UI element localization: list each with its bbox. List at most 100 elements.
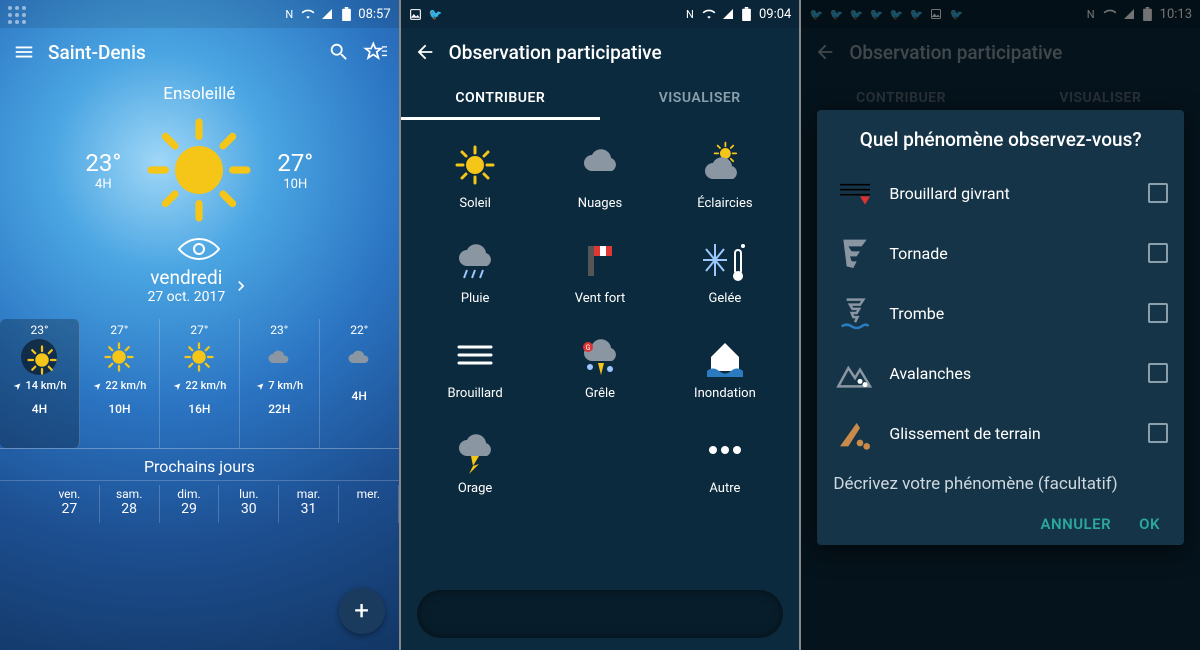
day-col[interactable]: mar. 31 [279, 485, 339, 523]
page-title: Observation participative [449, 41, 788, 64]
temp-left: 23° 4H [85, 149, 121, 192]
chevron-right-icon[interactable] [231, 273, 251, 299]
moon-icon [261, 339, 297, 375]
grid-item-label: Vent fort [542, 291, 659, 306]
app-bar: Observation participative [401, 28, 800, 76]
more-icon [700, 425, 750, 475]
option-row[interactable]: Avalanches [833, 343, 1168, 403]
bottom-slot[interactable] [417, 590, 784, 638]
option-row[interactable]: Brouillard givrant [833, 163, 1168, 223]
checkbox[interactable] [1148, 423, 1168, 443]
grid-item-frost[interactable]: Gelée [664, 225, 785, 316]
wind-label: 7 km/h [240, 379, 319, 392]
day-col[interactable]: sam. 28 [100, 485, 160, 523]
tab-contribute[interactable]: CONTRIBUER [401, 76, 600, 120]
checkbox[interactable] [1148, 243, 1168, 263]
option-label: Glissement de terrain [889, 424, 1136, 443]
grid-item-storm[interactable]: Orage [415, 415, 536, 506]
tornado-icon [833, 231, 877, 275]
checkbox[interactable] [1148, 183, 1168, 203]
search-icon[interactable] [327, 40, 351, 64]
add-fab[interactable]: + [339, 588, 385, 634]
signal-icon [721, 7, 735, 21]
grid-item-label: Soleil [417, 196, 534, 211]
drag-handle-icon[interactable] [8, 6, 32, 24]
phone-contribute: 🐦 N 09:04 Observation participative CONT… [401, 0, 800, 650]
flood-icon [700, 330, 750, 380]
day-col[interactable]: mer. [339, 485, 399, 523]
condition-label: Ensoleillé [0, 84, 399, 104]
day-col[interactable]: dim. 29 [160, 485, 220, 523]
eye-icon[interactable] [177, 236, 221, 262]
checkbox[interactable] [1148, 363, 1168, 383]
wind-label: 22 km/h [160, 379, 239, 392]
phenomenon-grid: Soleil Nuages Éclaircies Pluie Vent fort… [401, 120, 800, 516]
grid-item-label: Autre [666, 481, 783, 496]
option-label: Trombe [889, 304, 1136, 323]
menu-icon[interactable] [12, 40, 36, 64]
hourly-hour: 4H [320, 389, 399, 403]
days-row[interactable]: ven. 27 sam. 28 dim. 29 lun. 30 mar. 31 … [0, 481, 399, 523]
checkbox[interactable] [1148, 303, 1168, 323]
grid-item-flood[interactable]: Inondation [664, 320, 785, 411]
grid-item-fog[interactable]: Brouillard [415, 320, 536, 411]
twitter-icon: 🐦 [429, 7, 443, 21]
favorite-icon[interactable] [363, 40, 387, 64]
option-row[interactable]: Tornade [833, 223, 1168, 283]
grid-item-hail[interactable]: G Grêle [540, 320, 661, 411]
dialog-subtitle[interactable]: Décrivez votre phénomène (facultatif) [833, 473, 1168, 495]
hourly-hour: 16H [160, 402, 239, 416]
grid-item-sun-cloud[interactable]: Éclaircies [664, 130, 785, 221]
day-col[interactable]: lun. 30 [219, 485, 279, 523]
fog-icon [450, 330, 500, 380]
tab-visualize[interactable]: VISUALISER [600, 76, 799, 120]
option-label: Brouillard givrant [889, 184, 1136, 203]
grid-item-label: Inondation [666, 386, 783, 401]
hourly-col[interactable]: 23° 7 km/h 22H [240, 319, 320, 448]
sun-icon [21, 339, 57, 375]
city-title[interactable]: Saint-Denis [48, 41, 315, 64]
storm-icon [450, 425, 500, 475]
fog-ice-icon [833, 171, 877, 215]
option-row[interactable]: Glissement de terrain [833, 403, 1168, 463]
battery-icon [339, 7, 353, 21]
grid-item-cloud[interactable]: Nuages [540, 130, 661, 221]
landslide-icon [833, 411, 877, 455]
sun-cloud-icon [700, 140, 750, 190]
battery-icon [740, 7, 754, 21]
back-icon[interactable] [413, 40, 437, 64]
day-col[interactable]: ven. 27 [40, 485, 100, 523]
option-label: Avalanches [889, 364, 1136, 383]
cancel-button[interactable]: ANNULER [1040, 515, 1111, 533]
hourly-col[interactable]: 27° 22 km/h 16H [160, 319, 240, 448]
ok-button[interactable]: OK [1139, 515, 1160, 533]
hourly-forecast[interactable]: 23° 14 km/h 4H 27° 22 km/h 10H 27° 22 km… [0, 319, 399, 449]
hourly-col[interactable]: 23° 14 km/h 4H [0, 319, 80, 448]
moon-icon [341, 339, 377, 375]
phone-dialog: 🐦🐦🐦🐦🐦🐦🐦 N 10:13 Observation participativ… [801, 0, 1200, 650]
sun-icon [101, 339, 137, 375]
grid-item-label: Grêle [542, 386, 659, 401]
grid-item-more[interactable]: Autre [664, 415, 785, 506]
hail-icon: G [575, 330, 625, 380]
wind-label: 14 km/h [0, 379, 79, 392]
wifi-icon [702, 7, 716, 21]
status-bar: N 08:57 [0, 0, 399, 28]
hourly-temp: 23° [240, 323, 319, 337]
phone-weather: N 08:57 Saint-Denis Ensoleillé 23° 4H 27… [0, 0, 399, 650]
date-block[interactable]: vendredi 27 oct. 2017 [147, 266, 225, 305]
rain-icon [450, 235, 500, 285]
hourly-col[interactable]: 27° 22 km/h 10H [80, 319, 160, 448]
grid-item-label: Nuages [542, 196, 659, 211]
grid-item-wind[interactable]: Vent fort [540, 225, 661, 316]
option-label: Tornade [889, 244, 1136, 263]
status-time: 08:57 [358, 7, 390, 22]
option-row[interactable]: Trombe [833, 283, 1168, 343]
temp-right: 27° 10H [277, 149, 313, 192]
grid-item-rain[interactable]: Pluie [415, 225, 536, 316]
hourly-col[interactable]: 22° 4H [320, 319, 399, 448]
hourly-hour: 22H [240, 402, 319, 416]
hourly-hour: 10H [80, 402, 159, 416]
grid-item-sun[interactable]: Soleil [415, 130, 536, 221]
-icon [575, 425, 625, 475]
